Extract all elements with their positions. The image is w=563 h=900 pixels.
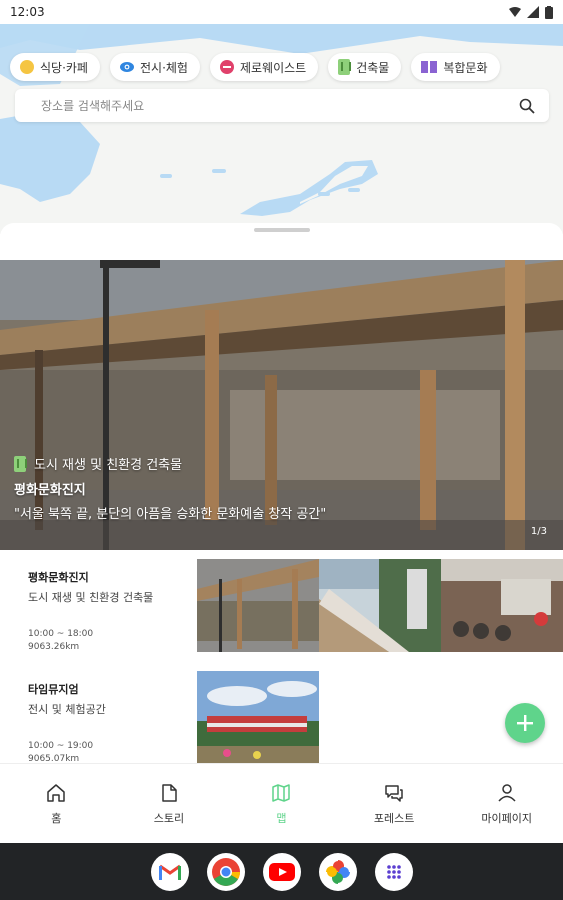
place-list-item[interactable]: 타임뮤지엄 전시 및 체험공간 10:00 ~ 19:00 9065.07km <box>0 671 563 763</box>
nav-forest[interactable]: 포레스트 <box>349 782 439 826</box>
nav-map[interactable]: 맵 <box>236 782 326 826</box>
apps-icon[interactable] <box>374 852 413 891</box>
place-info: 타임뮤지엄 전시 및 체험공간 10:00 ~ 19:00 9065.07km <box>28 681 188 763</box>
search-input[interactable] <box>41 98 481 113</box>
chip-label: 복합문화 <box>443 60 488 75</box>
chip-architecture[interactable]: 건축물 <box>328 53 402 81</box>
eye-icon <box>119 62 134 72</box>
chip-label: 건축물 <box>356 60 390 75</box>
wifi-icon <box>509 7 521 17</box>
add-button[interactable] <box>505 703 545 743</box>
bottom-sheet: 도시 재생 및 친환경 건축물 평화문화진지 "서울 북쪽 끝, 분단의 아픔을… <box>0 223 563 763</box>
chat-icon <box>385 784 403 802</box>
chip-exhibition[interactable]: 전시·체험 <box>109 53 200 81</box>
banner-page-indicator: 1/3 <box>530 526 547 537</box>
place-photo <box>319 559 441 652</box>
photos-icon[interactable] <box>318 852 357 891</box>
nav-home[interactable]: 홈 <box>11 782 101 826</box>
featured-category-label: 도시 재생 및 친환경 건축물 <box>34 458 183 473</box>
bottom-navigation: 홈 스토리 맵 포레스트 마이페이지 <box>0 763 563 843</box>
cafe-icon <box>20 60 34 74</box>
nav-label: 스토리 <box>153 811 185 825</box>
search-icon[interactable] <box>519 98 535 114</box>
featured-category: 도시 재생 및 친환경 건축물 <box>14 454 326 473</box>
status-time: 12:03 <box>10 5 45 19</box>
place-photo <box>197 559 319 652</box>
place-hours: 10:00 ~ 19:00 <box>28 741 94 751</box>
place-name: 평화문화진지 <box>28 571 89 584</box>
featured-text: 도시 재생 및 친환경 건축물 평화문화진지 "서울 북쪽 끝, 분단의 아픔을… <box>14 454 326 522</box>
chip-food-cafe[interactable]: 식당·카페 <box>10 53 100 81</box>
chrome-icon[interactable] <box>206 852 245 891</box>
battery-icon <box>545 5 553 19</box>
place-hours: 10:00 ~ 18:00 <box>28 629 94 639</box>
place-distance: 9065.07km <box>28 754 80 763</box>
search-bar[interactable] <box>15 89 549 122</box>
featured-description: "서울 북쪽 끝, 분단의 아픔을 승화한 문화예술 창작 공간" <box>14 507 327 522</box>
status-icons <box>509 5 553 19</box>
building-icon <box>14 455 27 472</box>
nav-story[interactable]: 스토리 <box>124 782 214 826</box>
youtube-icon[interactable] <box>262 852 301 891</box>
featured-banner[interactable]: 도시 재생 및 친환경 건축물 평화문화진지 "서울 북쪽 끝, 분단의 아픔을… <box>0 260 563 550</box>
person-icon <box>498 783 516 802</box>
nav-label: 포레스트 <box>373 811 415 825</box>
nav-label: 홈 <box>51 811 62 825</box>
map-icon <box>272 783 291 802</box>
nav-label: 마이페이지 <box>481 811 532 825</box>
nav-mypage[interactable]: 마이페이지 <box>462 782 552 826</box>
place-photos <box>197 559 563 652</box>
document-icon <box>162 783 177 802</box>
place-photo <box>197 671 319 763</box>
sheet-drag-handle[interactable] <box>254 228 310 232</box>
chip-label: 제로웨이스트 <box>239 60 307 75</box>
gmail-icon[interactable] <box>150 852 189 891</box>
signal-icon <box>527 6 539 18</box>
chip-label: 전시·체험 <box>139 60 188 75</box>
book-icon <box>421 61 438 73</box>
nav-label: 맵 <box>276 811 287 825</box>
place-category: 도시 재생 및 친환경 건축물 <box>28 591 154 604</box>
place-category: 전시 및 체험공간 <box>28 703 106 716</box>
chip-zero-waste[interactable]: 제로웨이스트 <box>209 53 319 81</box>
plus-icon <box>517 715 533 731</box>
place-name: 타임뮤지엄 <box>28 683 79 696</box>
chip-culture-complex[interactable]: 복합문화 <box>411 53 500 81</box>
home-icon <box>47 783 66 802</box>
place-list-item[interactable]: 평화문화진지 도시 재생 및 친환경 건축물 10:00 ~ 18:00 906… <box>0 559 563 659</box>
system-dock <box>0 843 563 900</box>
place-photo <box>441 559 563 652</box>
place-photos <box>197 671 319 763</box>
category-chips: 식당·카페 전시·체험 제로웨이스트 건축물 복합문화 <box>10 53 500 81</box>
no-entry-icon <box>219 60 234 74</box>
building-icon <box>338 59 352 75</box>
chip-label: 식당·카페 <box>40 60 88 75</box>
status-bar: 12:03 <box>0 0 563 24</box>
place-distance: 9063.26km <box>28 642 80 652</box>
place-info: 평화문화진지 도시 재생 및 친환경 건축물 10:00 ~ 18:00 906… <box>28 569 188 652</box>
featured-title: 평화문화진지 <box>14 483 86 498</box>
